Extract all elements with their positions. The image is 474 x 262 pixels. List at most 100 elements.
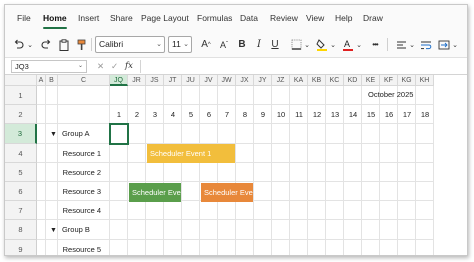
cell[interactable] [416,182,434,202]
font-name-select[interactable]: Calibri ⌄ [95,36,165,53]
cell[interactable] [290,162,308,182]
cell[interactable] [254,86,272,106]
cell[interactable] [128,86,146,106]
tab-share[interactable]: Share [110,13,133,23]
cell[interactable] [308,201,326,221]
font-size-select[interactable]: 11 ⌄ [168,36,192,53]
cell[interactable] [146,124,164,144]
cell[interactable] [146,86,164,106]
underline-button[interactable]: U [269,36,281,53]
tab-insert[interactable]: Insert [78,13,99,23]
merge-dropdown-chevron-icon[interactable]: ⌄ [451,36,459,53]
close-icon[interactable]: ✕ [97,60,104,73]
cell[interactable] [380,239,398,255]
cell[interactable] [290,201,308,221]
fill-color-dropdown-chevron-icon[interactable]: ⌄ [329,36,337,53]
tab-formulas[interactable]: Formulas [197,13,232,23]
cell[interactable] [344,239,362,255]
cell[interactable] [37,220,46,240]
cell[interactable] [308,86,326,106]
borders-icon[interactable] [289,36,303,53]
decrease-font-size-icon[interactable]: Aˇ [217,36,231,53]
column-header-jv[interactable]: JV [200,75,218,86]
bold-button[interactable]: B [236,36,248,53]
cell[interactable] [164,124,182,144]
row-header-9[interactable]: 9 [5,239,37,255]
scheduler-event-bar[interactable]: Scheduler Event 1 [147,144,235,164]
cell[interactable] [380,220,398,240]
row-header-8[interactable]: 8 [5,220,37,240]
cell[interactable] [362,201,380,221]
cell[interactable] [416,201,434,221]
cell[interactable] [128,239,146,255]
cell[interactable] [200,239,218,255]
cell[interactable] [200,201,218,221]
cell[interactable] [182,124,200,144]
cell[interactable] [37,86,46,106]
cell[interactable] [380,162,398,182]
row-header-3[interactable]: 3 [5,124,37,144]
increase-font-size-icon[interactable]: A ^ [199,36,213,53]
column-header-c[interactable]: C [58,75,110,86]
cell[interactable] [344,182,362,202]
cell[interactable] [416,86,434,106]
cell[interactable] [236,124,254,144]
cell[interactable] [308,220,326,240]
collapse-triangle-icon[interactable]: ▼ [50,131,57,138]
cell[interactable] [254,220,272,240]
cell[interactable] [254,201,272,221]
cell[interactable] [128,162,146,182]
cell[interactable] [46,105,58,125]
cell[interactable] [200,162,218,182]
tab-page-layout[interactable]: Page Layout [141,13,189,23]
cell[interactable] [218,220,236,240]
check-icon[interactable]: ✓ [111,60,118,73]
wrap-text-icon[interactable] [419,36,433,53]
column-header-kh[interactable]: KH [416,75,434,86]
tab-help[interactable]: Help [335,13,352,23]
cell[interactable] [254,239,272,255]
cell[interactable] [110,182,128,202]
clipboard-icon[interactable] [57,36,71,53]
cell[interactable] [344,143,362,163]
cell[interactable] [146,162,164,182]
row-header-4[interactable]: 4 [5,143,37,163]
cell[interactable] [110,86,128,106]
format-painter-icon[interactable] [75,36,87,53]
cell[interactable] [272,86,290,106]
cell[interactable] [218,124,236,144]
column-header-kg[interactable]: KG [398,75,416,86]
cell[interactable] [308,239,326,255]
cell[interactable] [164,239,182,255]
undo-icon[interactable] [11,36,25,53]
column-header-kc[interactable]: KC [326,75,344,86]
column-header-jy[interactable]: JY [254,75,272,86]
cell[interactable] [37,143,46,163]
cell[interactable] [344,162,362,182]
cell[interactable] [37,182,46,202]
column-header-ka[interactable]: KA [290,75,308,86]
cell[interactable] [254,182,272,202]
column-header-kf[interactable]: KF [380,75,398,86]
cell[interactable] [344,201,362,221]
cell[interactable] [344,124,362,144]
cell[interactable] [164,201,182,221]
cell[interactable] [326,143,344,163]
cell[interactable] [146,220,164,240]
column-header-jz[interactable]: JZ [272,75,290,86]
cell[interactable] [308,182,326,202]
cell[interactable] [110,239,128,255]
cell[interactable] [308,162,326,182]
row-header-1[interactable]: 1 [5,86,37,106]
cell[interactable] [272,162,290,182]
tab-data[interactable]: Data [240,13,258,23]
cell[interactable] [290,143,308,163]
cell[interactable] [416,220,434,240]
cell[interactable] [398,182,416,202]
cell[interactable] [326,124,344,144]
cell[interactable] [110,143,128,163]
active-cell-selection[interactable] [109,123,129,145]
tab-draw[interactable]: Draw [363,13,383,23]
cell[interactable] [218,239,236,255]
cell[interactable] [128,220,146,240]
